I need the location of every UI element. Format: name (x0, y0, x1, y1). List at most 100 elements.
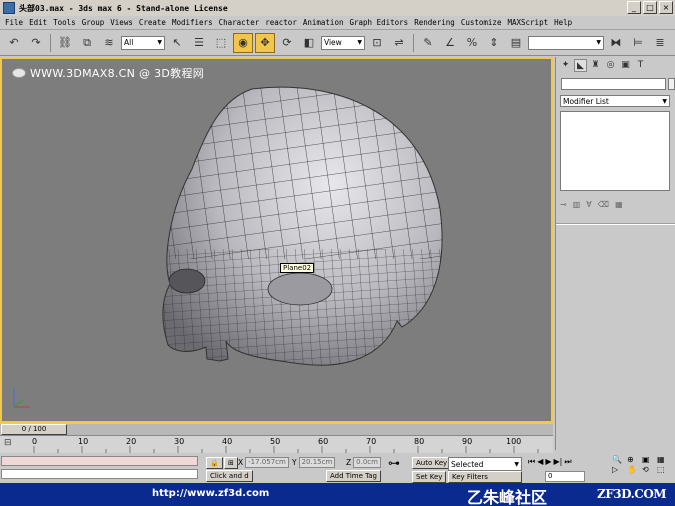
menu-modifiers[interactable]: Modifiers (169, 18, 216, 27)
menu-reactor[interactable]: reactor (262, 18, 300, 27)
add-time-tag-button[interactable]: Add Time Tag (326, 470, 381, 482)
object-name-field[interactable] (561, 78, 666, 90)
maxscript-listener-field[interactable] (1, 456, 198, 466)
selection-filter-dropdown[interactable]: All ▼ (121, 35, 165, 50)
menu-tools[interactable]: Tools (50, 18, 79, 27)
select-and-move-icon[interactable]: ✥ (255, 32, 275, 53)
go-to-start-icon[interactable]: ⏮ (528, 457, 535, 467)
named-selection-dropdown[interactable]: ▼ (528, 35, 604, 50)
mirror-icon[interactable]: ⇌ (389, 33, 409, 53)
menu-maxscript[interactable]: MAXScript (504, 18, 551, 27)
current-frame-field[interactable]: 0 (545, 471, 585, 482)
chevron-down-icon: ▼ (357, 39, 362, 46)
named-selection-icon[interactable]: ▤ (506, 33, 526, 53)
remove-modifier-icon[interactable]: ⌫ (598, 200, 609, 209)
arc-rotate-icon[interactable]: ⟲ (642, 465, 656, 474)
reference-coord-dropdown[interactable]: View ▼ (321, 35, 365, 50)
menu-views[interactable]: Views (107, 18, 136, 27)
previous-frame-icon[interactable]: ◀ (537, 457, 543, 467)
display-tab-icon[interactable]: ▣ (619, 59, 632, 72)
menu-edit[interactable]: Edit (26, 18, 50, 27)
menu-graph-editors[interactable]: Graph Editors (346, 18, 411, 27)
reference-coord-value: View (324, 38, 342, 47)
select-and-rotate-icon[interactable]: ⟳ (277, 33, 297, 53)
menu-create[interactable]: Create (136, 18, 169, 27)
perspective-viewport[interactable]: WWW.3DMAX8.CN @ 3D教程网 Plane02 (0, 57, 553, 423)
hierarchy-tab-icon[interactable]: ♜ (589, 59, 602, 72)
track-bar[interactable]: ⊟ 0 10 20 30 40 50 60 70 80 90 100 (0, 435, 553, 454)
lock-selection-icon[interactable]: 🔒 (206, 457, 223, 469)
select-by-name-icon[interactable]: ☰ (189, 33, 209, 53)
utilities-tab-icon[interactable]: T (634, 59, 647, 72)
pan-icon[interactable]: ✋ (627, 465, 641, 474)
go-to-end-icon[interactable]: ⏭ (564, 457, 571, 467)
create-tab-icon[interactable]: ✦ (559, 59, 572, 72)
set-key-button[interactable]: Set Key (412, 471, 447, 483)
y-coordinate-field[interactable]: 20.15cm (298, 457, 336, 468)
zoom-all-icon[interactable]: ⊕ (627, 455, 641, 464)
unlink-icon[interactable]: ⧉ (77, 33, 97, 53)
modifier-stack[interactable] (560, 111, 670, 191)
menu-animation[interactable]: Animation (300, 18, 347, 27)
tick-label: 40 (222, 437, 233, 446)
window-crossing-icon[interactable]: ◉ (233, 32, 253, 53)
maximize-button[interactable]: □ (643, 1, 657, 14)
make-unique-icon[interactable]: ∀ (586, 200, 591, 209)
next-frame-icon[interactable]: ▶| (554, 457, 563, 467)
command-panel-tabs: ✦ ◣ ♜ ◎ ▣ T (556, 57, 675, 73)
key-filters-button[interactable]: Key Filters (448, 471, 522, 483)
playback-controls: ⏮ ◀ ▶ ▶| ⏭ (528, 457, 572, 467)
select-link-icon[interactable]: ⛓ (55, 33, 75, 53)
pivot-center-icon[interactable]: ⊡ (367, 33, 387, 53)
menu-rendering[interactable]: Rendering (411, 18, 458, 27)
select-object-icon[interactable]: ↖ (167, 33, 187, 53)
set-key-mode-icon[interactable]: ⊶ (388, 456, 400, 470)
time-slider[interactable]: 0 / 100 (0, 424, 553, 435)
redo-icon[interactable]: ↷ (26, 33, 46, 53)
motion-tab-icon[interactable]: ◎ (604, 59, 617, 72)
pin-stack-icon[interactable]: ⊸ (560, 200, 567, 209)
auto-key-button[interactable]: Auto Key (412, 457, 452, 469)
field-of-view-icon[interactable]: ▷ (612, 465, 626, 474)
zoom-extents-all-icon[interactable]: ▦ (657, 455, 671, 464)
menu-group[interactable]: Group (79, 18, 108, 27)
angle-snap-icon[interactable]: ∠ (440, 33, 460, 53)
percent-snap-icon[interactable]: % (462, 33, 482, 53)
bind-space-warp-icon[interactable]: ≋ (99, 33, 119, 53)
menu-file[interactable]: File (2, 18, 26, 27)
time-slider-thumb[interactable]: 0 / 100 (1, 424, 67, 435)
tick-label: 30 (174, 437, 185, 446)
maximize-viewport-icon[interactable]: ⬚ (657, 465, 671, 474)
select-and-scale-icon[interactable]: ◧ (299, 33, 319, 53)
zoom-extents-icon[interactable]: ▣ (642, 455, 656, 464)
z-coordinate-field[interactable]: 0.0cm (353, 457, 381, 468)
show-end-result-icon[interactable]: ▥ (573, 200, 581, 209)
menu-customize[interactable]: Customize (458, 18, 505, 27)
absolute-mode-icon[interactable]: ⊞ (224, 457, 238, 469)
key-filter-selection-dropdown[interactable]: Selected ▼ (448, 457, 522, 471)
play-icon[interactable]: ▶ (545, 457, 551, 467)
object-color-swatch[interactable] (668, 78, 675, 90)
x-coordinate-field[interactable]: -17.057cm (245, 457, 289, 468)
close-button[interactable]: × (659, 1, 673, 14)
configure-sets-icon[interactable]: ▦ (615, 200, 623, 209)
zoom-icon[interactable]: 🔍 (612, 455, 626, 464)
layer-manager-icon[interactable]: ≣ (650, 33, 670, 53)
prompt-text: Click and d (206, 470, 253, 482)
menu-character[interactable]: Character (216, 18, 263, 27)
modify-tab-icon[interactable]: ◣ (574, 59, 587, 72)
x-coordinate: X -17.057cm (238, 457, 289, 468)
minimize-button[interactable]: _ (627, 1, 641, 14)
snap-toggle-icon[interactable]: ✎ (418, 33, 438, 53)
toolbar-divider (50, 33, 51, 52)
undo-icon[interactable]: ↶ (4, 33, 24, 53)
rectangular-selection-icon[interactable]: ⬚ (211, 33, 231, 53)
align-icon[interactable]: ⊨ (628, 33, 648, 53)
spinner-snap-icon[interactable]: ⇕ (484, 33, 504, 53)
mirror-tool-icon[interactable]: ⧓ (606, 33, 626, 53)
watermark-community: 乙朱峰社区 (467, 488, 548, 506)
tick-label: 0 (32, 437, 38, 446)
main-toolbar: ↶ ↷ ⛓ ⧉ ≋ All ▼ ↖ ☰ ⬚ ◉ ✥ ⟳ ◧ View ▼ ⊡ ⇌… (0, 30, 675, 56)
menu-help[interactable]: Help (551, 18, 575, 27)
modifier-list-dropdown[interactable]: Modifier List ▼ (560, 95, 670, 107)
